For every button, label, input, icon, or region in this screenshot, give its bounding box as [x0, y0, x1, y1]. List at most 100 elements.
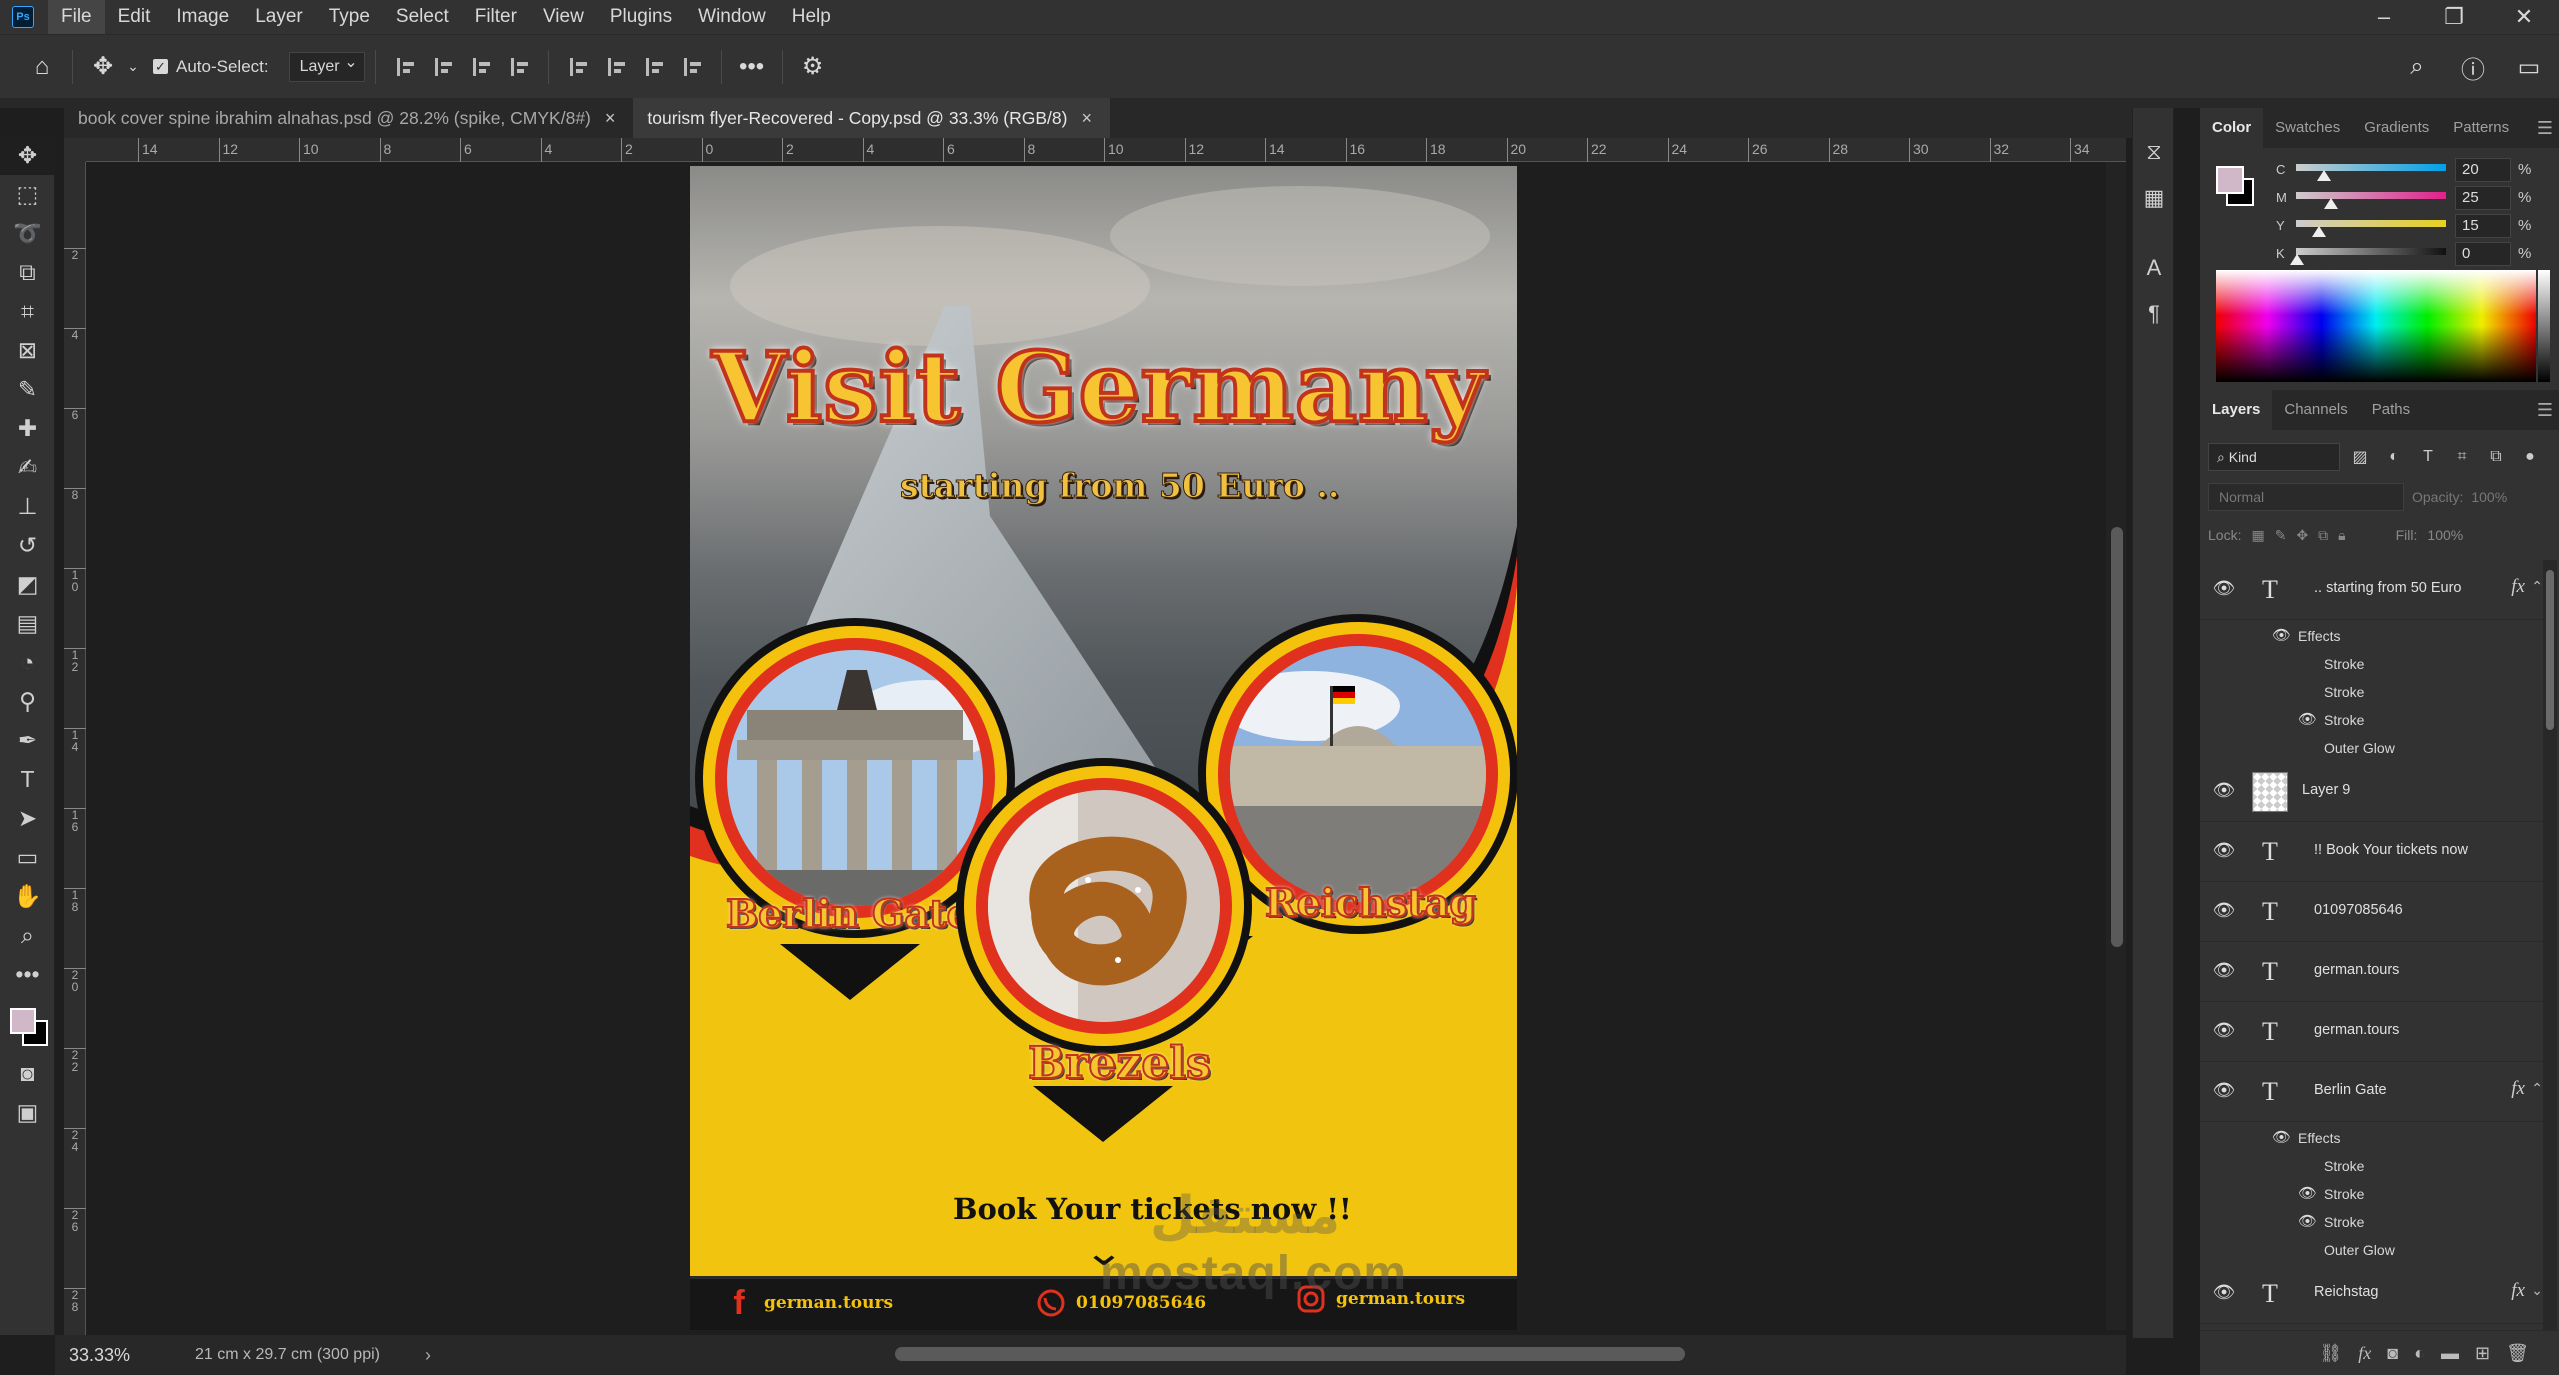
- black-value-input[interactable]: 0: [2455, 242, 2511, 266]
- effect-row[interactable]: 👁︎ Stroke: [2200, 706, 2543, 734]
- smart-object-filter-icon[interactable]: ⧉: [2482, 443, 2510, 471]
- more-options-icon[interactable]: •••: [732, 47, 772, 87]
- effect-row[interactable]: Stroke: [2200, 650, 2543, 678]
- home-icon[interactable]: ⌂: [22, 47, 62, 87]
- menu-edit[interactable]: Edit: [105, 0, 164, 34]
- image-filter-icon[interactable]: ▨: [2346, 443, 2374, 471]
- zoom-tool-icon[interactable]: ⌕: [0, 916, 55, 955]
- menu-window[interactable]: Window: [685, 0, 779, 34]
- document-tab-active[interactable]: tourism flyer-Recovered - Copy.psd @ 33.…: [633, 98, 1110, 138]
- layer-name[interactable]: !! Book Your tickets now: [2314, 842, 2468, 858]
- history-brush-tool-icon[interactable]: ↺: [0, 526, 55, 565]
- visibility-eye-icon[interactable]: 👁︎: [2212, 1080, 2236, 1104]
- crop-tool-icon[interactable]: ⌗: [0, 292, 55, 331]
- auto-select-checkbox[interactable]: ✓ Auto-Select:: [153, 57, 269, 77]
- marquee-tool-icon[interactable]: ⬚: [0, 175, 55, 214]
- frame-tool-icon[interactable]: ⊠: [0, 331, 55, 370]
- layer-name[interactable]: Berlin Gate: [2314, 1082, 2387, 1098]
- tab-patterns[interactable]: Patterns: [2441, 108, 2521, 148]
- workspace-icon[interactable]: ▭: [2509, 47, 2549, 87]
- new-layer-icon[interactable]: ⊞: [2475, 1343, 2490, 1364]
- canvas-workspace[interactable]: Visit Germany ! starting from 50 Euro ..…: [86, 162, 2106, 1330]
- visibility-eye-icon[interactable]: 👁︎: [2212, 578, 2236, 602]
- visibility-eye-icon[interactable]: 👁︎: [2298, 1184, 2317, 1202]
- visibility-eye-icon[interactable]: 👁︎: [2298, 710, 2317, 728]
- eraser-tool-icon[interactable]: ◩: [0, 565, 55, 604]
- menu-type[interactable]: Type: [316, 0, 383, 34]
- paragraph-panel-icon[interactable]: ¶: [2133, 294, 2175, 334]
- blur-tool-icon[interactable]: ◔: [0, 643, 55, 682]
- align-center-icon[interactable]: [424, 48, 462, 86]
- hand-tool-icon[interactable]: ✋: [0, 877, 55, 916]
- visibility-eye-icon[interactable]: 👁︎: [2298, 1212, 2317, 1230]
- effect-row[interactable]: Stroke: [2200, 678, 2543, 706]
- visibility-eye-icon[interactable]: 👁︎: [2212, 1282, 2236, 1306]
- magenta-value-input[interactable]: 25: [2455, 186, 2511, 210]
- layer-name[interactable]: german.tours: [2314, 962, 2399, 978]
- layer-name[interactable]: .. starting from 50 Euro: [2314, 580, 2461, 596]
- menu-file[interactable]: File: [48, 0, 105, 34]
- blend-mode-dropdown[interactable]: Normal: [2208, 483, 2404, 511]
- visibility-eye-icon[interactable]: 👁︎: [2272, 626, 2291, 644]
- layer-row[interactable]: 👁︎ T Berlin Gate fx ⌃: [2200, 1062, 2543, 1122]
- tab-channels[interactable]: Channels: [2272, 390, 2359, 430]
- brush-tool-icon[interactable]: ✍: [0, 448, 55, 487]
- layer-row[interactable]: 👁︎ T !! Book Your tickets now: [2200, 822, 2543, 882]
- foreground-color-swatch[interactable]: [10, 1008, 36, 1034]
- grayscale-ramp[interactable]: [2538, 270, 2550, 382]
- layer-name[interactable]: Reichstag: [2314, 1284, 2378, 1300]
- auto-select-target-dropdown[interactable]: Layer: [288, 49, 365, 82]
- layer-row[interactable]: 👁︎ T Reichstag fx ⌄: [2200, 1264, 2543, 1324]
- menu-filter[interactable]: Filter: [462, 0, 530, 34]
- canvas-vertical-scrollbar[interactable]: [2106, 162, 2126, 1330]
- lock-all-icon[interactable]: 🔒︎: [2338, 527, 2345, 544]
- color-swatches[interactable]: [0, 994, 55, 1054]
- slider-thumb[interactable]: [2324, 198, 2338, 209]
- tab-gradients[interactable]: Gradients: [2352, 108, 2441, 148]
- delete-layer-icon[interactable]: 🗑︎: [2506, 1343, 2529, 1364]
- healing-brush-tool-icon[interactable]: ✚: [0, 409, 55, 448]
- foreground-color-swatch[interactable]: [2216, 166, 2244, 194]
- panel-menu-icon[interactable]: ☰: [2537, 400, 2553, 421]
- chevron-up-icon[interactable]: ⌃: [2531, 1080, 2543, 1097]
- visibility-eye-icon[interactable]: 👁︎: [2212, 840, 2236, 864]
- type-filter-icon[interactable]: T: [2414, 443, 2442, 471]
- fill-value[interactable]: 100%: [2427, 527, 2463, 543]
- zoom-level[interactable]: 33.33%: [55, 1345, 175, 1366]
- rectangle-tool-icon[interactable]: ▭: [0, 838, 55, 877]
- settings-gear-icon[interactable]: ⚙: [793, 47, 833, 87]
- dodge-tool-icon[interactable]: ⚲: [0, 682, 55, 721]
- screen-mode-icon[interactable]: ▣: [0, 1093, 55, 1132]
- visibility-eye-icon[interactable]: 👁︎: [2212, 960, 2236, 984]
- horizontal-scrollbar-thumb[interactable]: [895, 1347, 1685, 1361]
- path-selection-tool-icon[interactable]: ➤: [0, 799, 55, 838]
- chevron-up-icon[interactable]: ⌃: [2531, 578, 2543, 595]
- close-icon[interactable]: ✕: [2489, 0, 2559, 34]
- magenta-slider[interactable]: [2296, 192, 2446, 199]
- fx-icon[interactable]: fx: [2511, 1280, 2525, 1302]
- history-panel-icon[interactable]: ⧖: [2133, 132, 2175, 172]
- color-spectrum[interactable]: [2216, 270, 2536, 382]
- minimize-icon[interactable]: –: [2349, 0, 2419, 34]
- add-mask-icon[interactable]: ◙: [2387, 1343, 2398, 1364]
- effect-row[interactable]: Outer Glow: [2200, 734, 2543, 762]
- menu-help[interactable]: Help: [779, 0, 844, 34]
- opacity-value[interactable]: 100%: [2471, 489, 2507, 505]
- layers-scrollbar[interactable]: [2543, 560, 2557, 1330]
- panel-menu-icon[interactable]: ☰: [2537, 118, 2553, 139]
- kind-filter-dropdown[interactable]: ⌕ Kind: [2208, 443, 2340, 471]
- tab-layers[interactable]: Layers: [2200, 390, 2273, 430]
- effects-row[interactable]: 👁︎ Effects: [2200, 1124, 2543, 1152]
- slider-thumb[interactable]: [2317, 170, 2331, 181]
- close-icon[interactable]: ×: [1081, 98, 1092, 138]
- tab-color[interactable]: Color: [2200, 108, 2264, 148]
- align-bottom-icon[interactable]: [635, 48, 673, 86]
- fx-icon[interactable]: fx: [2358, 1343, 2371, 1364]
- scrollbar-thumb[interactable]: [2546, 570, 2554, 730]
- fx-icon[interactable]: fx: [2511, 576, 2525, 598]
- adjustment-layer-icon[interactable]: ◐: [2414, 1343, 2425, 1364]
- properties-panel-icon[interactable]: ▦: [2133, 178, 2175, 218]
- black-slider[interactable]: [2296, 248, 2446, 255]
- lasso-tool-icon[interactable]: ➰: [0, 214, 55, 253]
- object-select-tool-icon[interactable]: ⧉: [0, 253, 55, 292]
